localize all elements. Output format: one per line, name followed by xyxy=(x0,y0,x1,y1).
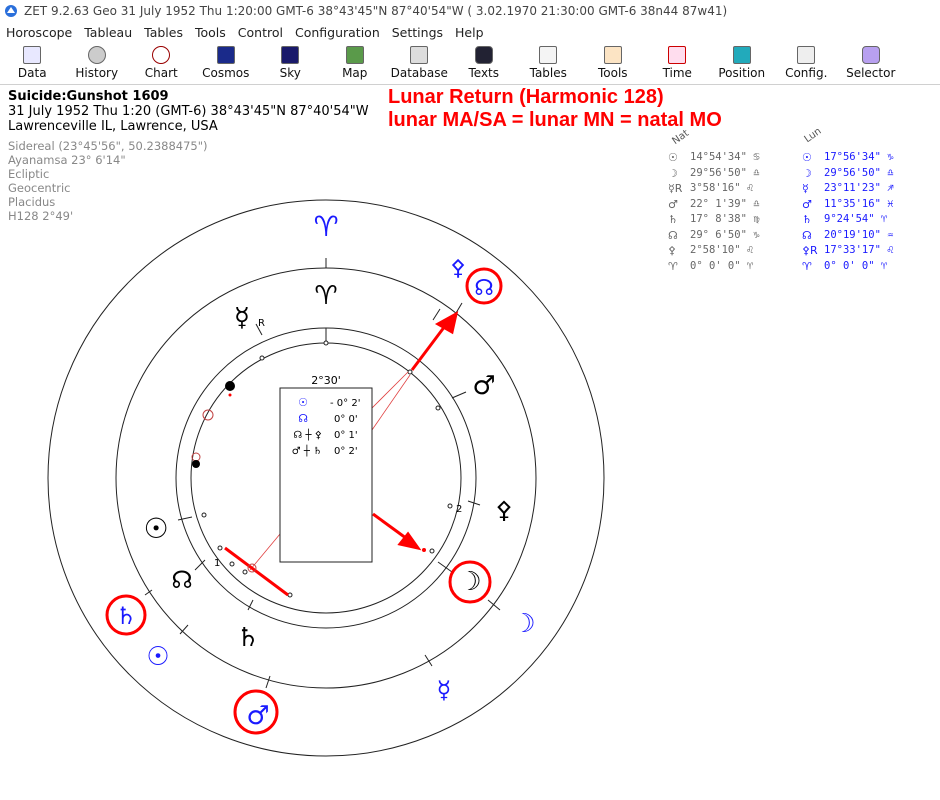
retrograde-flag: R xyxy=(258,318,265,329)
center-row-sym: ♂ ┼ ♄ xyxy=(292,444,322,457)
house-2-label: 2 xyxy=(456,504,462,515)
red-dot xyxy=(228,393,232,397)
pholus-natal-icon: ⚴ xyxy=(495,496,513,524)
sun-lunar-icon: ☉ xyxy=(146,642,169,672)
mercury-lunar-icon: ☿ xyxy=(437,676,452,704)
chart-wheel[interactable]: 2°30' ☉ - 0° 2' ☊ 0° 0' ☊ ┼ ⚴ 0° 1' ♂ ┼ … xyxy=(0,0,940,800)
natal-planet-dot xyxy=(225,381,235,391)
center-row-sym: ☊ ┼ ⚴ xyxy=(293,428,322,441)
center-row-val: 0° 2' xyxy=(334,446,358,457)
center-row-val: 0° 0' xyxy=(334,414,358,425)
moon-lunar-icon: ☽ xyxy=(512,609,535,639)
pholus-lunar-icon: ⚴ xyxy=(450,256,466,281)
center-row-val: 0° 1' xyxy=(334,430,358,441)
center-box-title: 2°30' xyxy=(311,374,341,387)
red-dot xyxy=(422,548,426,552)
mercury-natal-icon: ☿ xyxy=(234,303,250,333)
saturn-natal-icon: ♄ xyxy=(236,623,259,653)
center-row-sym: ☊ xyxy=(298,412,308,425)
center-aspect-box xyxy=(279,387,373,563)
node-lunar-icon: ☊ xyxy=(474,276,494,301)
mars-natal-icon: ♂ xyxy=(472,371,495,401)
node-natal-icon: ☊ xyxy=(171,566,192,594)
sun-natal-icon: ☉ xyxy=(143,512,168,545)
house-1-label: 1 xyxy=(214,558,220,569)
mars-lunar-icon: ♂ xyxy=(246,701,269,731)
aries-lunar-icon: ♈ xyxy=(313,210,338,243)
node-mark-icon xyxy=(191,452,201,462)
moon-natal-icon: ☽ xyxy=(458,567,481,597)
aries-natal-icon: ♈ xyxy=(314,281,337,311)
center-row-val: - 0° 2' xyxy=(330,398,360,409)
saturn-lunar-icon: ♄ xyxy=(115,602,137,630)
natal-planet-dot xyxy=(192,460,200,468)
center-row-sym: ☉ xyxy=(298,396,308,409)
